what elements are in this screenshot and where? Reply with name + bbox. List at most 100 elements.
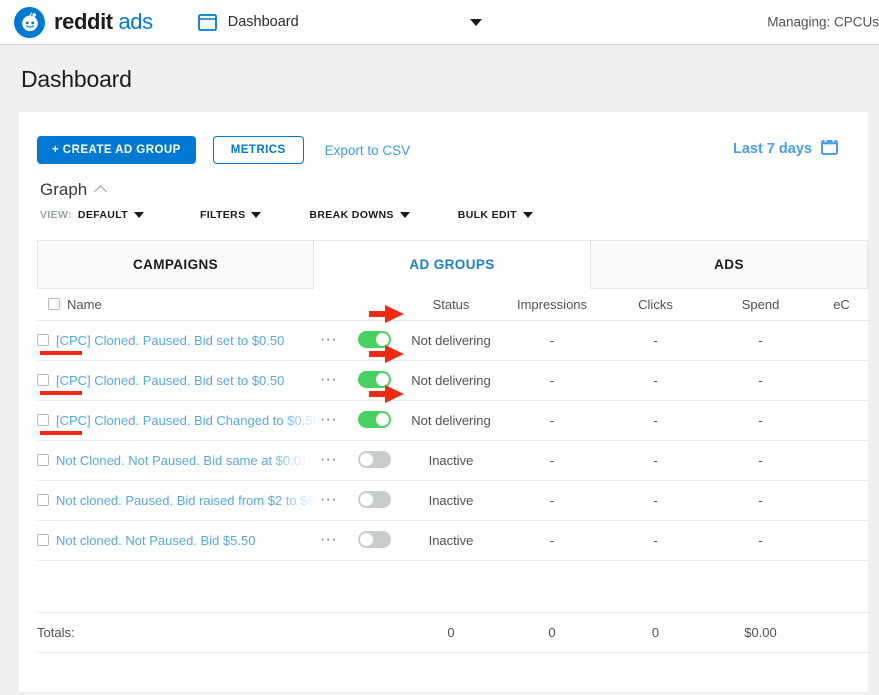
empty-cell bbox=[813, 560, 870, 612]
totals-clicks: 0 bbox=[603, 612, 708, 652]
cell-toggle bbox=[347, 480, 401, 520]
brand-ads-text: ads bbox=[118, 9, 152, 34]
empty-cell bbox=[603, 560, 708, 612]
row-enable-toggle[interactable] bbox=[358, 411, 391, 428]
reddit-ads-logo[interactable]: reddit ads bbox=[14, 7, 153, 38]
dashboard-card: + CREATE AD GROUP METRICS Export to CSV … bbox=[19, 112, 868, 692]
totals-ecpm bbox=[813, 612, 870, 652]
cell-row-menu: ⋯ bbox=[311, 320, 347, 360]
cell-clicks: - bbox=[603, 360, 708, 400]
totals-impressions: 0 bbox=[501, 612, 603, 652]
date-range-selector[interactable]: Last 7 days bbox=[733, 138, 838, 159]
export-to-csv-link[interactable]: Export to CSV bbox=[325, 143, 411, 158]
table-row: Not Cloned. Not Paused. Bid same at $0.0… bbox=[37, 440, 870, 480]
redaction-mark bbox=[40, 391, 82, 395]
tab-ad-groups[interactable]: AD GROUPS bbox=[314, 240, 591, 289]
toggle-knob bbox=[360, 453, 373, 466]
row-checkbox[interactable] bbox=[37, 534, 49, 546]
table-row: [CPC] Cloned. Paused. Bid set to $0.50 ⋯ bbox=[37, 360, 870, 400]
nav-dashboard-selector[interactable]: Dashboard bbox=[198, 14, 482, 31]
cell-ecpm bbox=[813, 480, 870, 520]
header-spend[interactable]: Spend bbox=[708, 289, 813, 320]
ad-group-name-link[interactable]: Not Cloned. Not Paused. Bid same at $0.0… bbox=[56, 453, 308, 468]
toggle-knob bbox=[360, 533, 373, 546]
red-arrow-annotation-icon bbox=[367, 303, 407, 325]
ad-group-name-link[interactable]: [CPC] Cloned. Paused. Bid set to $0.50 bbox=[56, 333, 284, 348]
row-more-options-icon[interactable]: ⋯ bbox=[320, 410, 338, 429]
cell-spend: - bbox=[708, 400, 813, 440]
row-enable-toggle[interactable] bbox=[358, 451, 391, 468]
header-clicks[interactable]: Clicks bbox=[603, 289, 708, 320]
ad-group-name-link[interactable]: Not cloned. Not Paused. Bid $5.50 bbox=[56, 533, 255, 548]
empty-cell bbox=[708, 560, 813, 612]
header-ecpm[interactable]: eC bbox=[813, 289, 870, 320]
cell-status: Inactive bbox=[401, 520, 501, 560]
nav-dashboard-label: Dashboard bbox=[228, 14, 299, 30]
cell-toggle bbox=[347, 400, 401, 440]
cell-impressions: - bbox=[501, 400, 603, 440]
date-range-label: Last 7 days bbox=[733, 141, 812, 157]
cell-row-menu: ⋯ bbox=[311, 520, 347, 560]
cell-toggle bbox=[347, 440, 401, 480]
row-more-options-icon[interactable]: ⋯ bbox=[320, 450, 338, 469]
cell-ecpm bbox=[813, 440, 870, 480]
chevron-up-icon[interactable] bbox=[94, 185, 107, 198]
cell-name: [CPC] Cloned. Paused. Bid Changed to $0.… bbox=[37, 400, 311, 440]
chevron-down-icon[interactable] bbox=[470, 19, 482, 26]
brand-reddit-text: reddit bbox=[54, 9, 113, 34]
create-ad-group-button[interactable]: + CREATE AD GROUP bbox=[37, 136, 196, 164]
tab-campaigns[interactable]: CAMPAIGNS bbox=[37, 240, 314, 289]
select-all-checkbox[interactable] bbox=[48, 298, 60, 310]
header-impressions[interactable]: Impressions bbox=[501, 289, 603, 320]
row-enable-toggle[interactable] bbox=[358, 531, 391, 548]
cell-spend: - bbox=[708, 440, 813, 480]
view-prefix-label: VIEW: bbox=[40, 209, 72, 221]
cell-ecpm bbox=[813, 320, 870, 360]
tab-ads[interactable]: ADS bbox=[591, 240, 868, 289]
top-navigation-bar: reddit ads Dashboard Managing: CPCUs bbox=[0, 0, 879, 45]
red-arrow-annotation-icon bbox=[367, 343, 407, 365]
row-checkbox[interactable] bbox=[37, 494, 49, 506]
chevron-down-icon bbox=[523, 212, 533, 218]
graph-section-header[interactable]: Graph bbox=[19, 164, 868, 200]
row-checkbox[interactable] bbox=[37, 414, 49, 426]
table-body: [CPC] Cloned. Paused. Bid set to $0.50 ⋯ bbox=[37, 320, 870, 652]
redaction-mark bbox=[40, 351, 82, 355]
bulk-edit-label: BULK EDIT bbox=[458, 209, 517, 221]
cell-status: Not delivering bbox=[401, 400, 501, 440]
red-arrow-annotation-icon bbox=[367, 383, 407, 405]
cell-status: Not delivering bbox=[401, 360, 501, 400]
table-totals-row: Totals: 0 0 0 $0.00 bbox=[37, 612, 870, 652]
filters-label: FILTERS bbox=[200, 209, 245, 221]
row-more-options-icon[interactable]: ⋯ bbox=[320, 530, 338, 549]
row-more-options-icon[interactable]: ⋯ bbox=[320, 370, 338, 389]
bulk-edit-dropdown[interactable]: BULK EDIT bbox=[458, 209, 533, 221]
chevron-down-icon bbox=[251, 212, 261, 218]
row-more-options-icon[interactable]: ⋯ bbox=[320, 330, 338, 349]
cell-ecpm bbox=[813, 360, 870, 400]
totals-label: Totals: bbox=[37, 612, 311, 652]
row-more-options-icon[interactable]: ⋯ bbox=[320, 490, 338, 509]
cell-status: Inactive bbox=[401, 480, 501, 520]
view-default-dropdown[interactable]: VIEW: DEFAULT bbox=[40, 209, 144, 221]
chevron-down-icon bbox=[400, 212, 410, 218]
dashboard-toolbar: + CREATE AD GROUP METRICS Export to CSV … bbox=[19, 112, 868, 164]
cell-name: [CPC] Cloned. Paused. Bid set to $0.50 bbox=[37, 320, 311, 360]
table-row: Not cloned. Not Paused. Bid $5.50 ⋯ Inac… bbox=[37, 520, 870, 560]
break-downs-dropdown[interactable]: BREAK DOWNS bbox=[309, 209, 409, 221]
ad-group-name-link[interactable]: [CPC] Cloned. Paused. Bid set to $0.50 bbox=[56, 373, 284, 388]
filters-dropdown[interactable]: FILTERS bbox=[200, 209, 261, 221]
row-enable-toggle[interactable] bbox=[358, 491, 391, 508]
row-checkbox[interactable] bbox=[37, 454, 49, 466]
entity-table-container: CAMPAIGNS AD GROUPS ADS Name bbox=[37, 240, 870, 653]
ad-group-name-link[interactable]: Not cloned. Paused. Bid raised from $2 t… bbox=[56, 493, 315, 508]
row-checkbox[interactable] bbox=[37, 374, 49, 386]
reddit-logo-icon bbox=[14, 7, 45, 38]
metrics-button[interactable]: METRICS bbox=[213, 136, 304, 164]
empty-cell bbox=[401, 560, 501, 612]
cell-impressions: - bbox=[501, 360, 603, 400]
ad-group-name-link[interactable]: [CPC] Cloned. Paused. Bid Changed to $0.… bbox=[56, 413, 320, 428]
cell-clicks: - bbox=[603, 320, 708, 360]
header-status[interactable]: Status bbox=[401, 289, 501, 320]
row-checkbox[interactable] bbox=[37, 334, 49, 346]
